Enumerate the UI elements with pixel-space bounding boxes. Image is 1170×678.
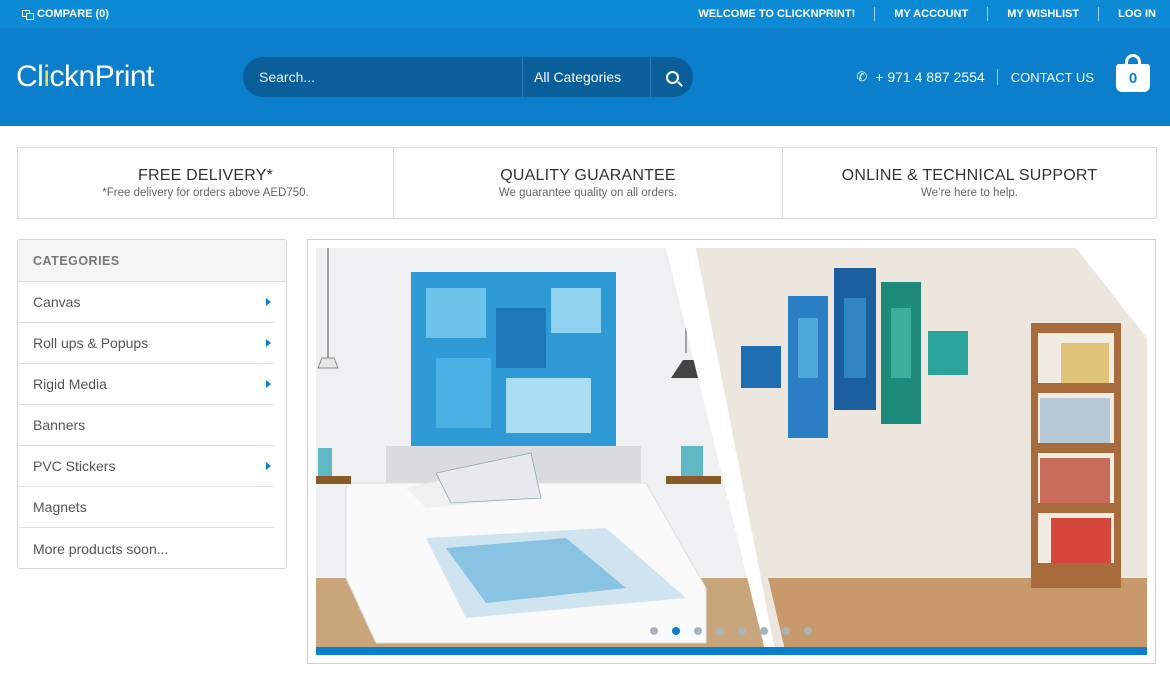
features-strip: FREE DELIVERY* *Free delivery for orders… bbox=[17, 147, 1157, 219]
search-button[interactable] bbox=[651, 57, 693, 97]
log-in-link[interactable]: LOG IN bbox=[1098, 7, 1156, 21]
phone-number: + 971 4 887 2554 bbox=[875, 69, 985, 85]
logo-text-part1: Cl bbox=[16, 60, 44, 93]
my-account-link[interactable]: MY ACCOUNT bbox=[874, 7, 987, 21]
category-label: Banners bbox=[33, 417, 86, 433]
category-item-roll-ups[interactable]: Roll ups & Popups bbox=[18, 323, 275, 364]
site-logo[interactable]: Cl i cknPrint bbox=[16, 60, 243, 94]
contact-us-link[interactable]: CONTACT US bbox=[1011, 70, 1094, 85]
slider-dot[interactable] bbox=[694, 627, 702, 635]
slider-dot[interactable] bbox=[804, 627, 812, 635]
site-header: ClicknPrint All Categories ✆ + 971 4 887… bbox=[0, 28, 1170, 126]
feature-free-delivery: FREE DELIVERY* *Free delivery for orders… bbox=[18, 148, 393, 218]
category-item-magnets[interactable]: Magnets bbox=[18, 487, 275, 528]
feature-quality-guarantee: QUALITY GUARANTEE We guarantee quality o… bbox=[393, 148, 782, 218]
compare-icon bbox=[22, 9, 34, 20]
slider-progress-bar bbox=[316, 647, 1147, 655]
category-label: More products soon... bbox=[33, 540, 169, 557]
category-item-canvas[interactable]: Canvas bbox=[18, 282, 275, 323]
slider-dot[interactable] bbox=[782, 627, 790, 635]
welcome-link[interactable]: WELCOME TO CLICKNPRINT! bbox=[679, 7, 874, 21]
slider-dots bbox=[650, 627, 812, 635]
categories-list: Canvas Roll ups & Popups Rigid Media Ban… bbox=[18, 282, 286, 569]
cart-button[interactable]: 0 bbox=[1116, 54, 1150, 92]
categories-heading: CATEGORIES bbox=[18, 240, 286, 282]
feature-title: FREE DELIVERY* bbox=[138, 167, 273, 184]
cart-count: 0 bbox=[1128, 69, 1138, 87]
compare-link[interactable]: COMPARE (0) bbox=[22, 8, 109, 20]
category-item-pvc-stickers[interactable]: PVC Stickers bbox=[18, 446, 275, 487]
category-select[interactable]: All Categories bbox=[522, 57, 651, 97]
cart-icon: 0 bbox=[1116, 64, 1150, 92]
category-item-banners[interactable]: Banners bbox=[18, 405, 275, 446]
search-icon bbox=[665, 70, 679, 84]
account-links: WELCOME TO CLICKNPRINT! MY ACCOUNT MY WI… bbox=[679, 7, 1156, 21]
top-bar: COMPARE (0) WELCOME TO CLICKNPRINT! MY A… bbox=[0, 0, 1170, 28]
category-item-more[interactable]: More products soon... bbox=[18, 528, 275, 569]
feature-title: QUALITY GUARANTEE bbox=[500, 167, 676, 184]
category-label: Canvas bbox=[33, 294, 81, 310]
slider-dot-active[interactable] bbox=[672, 627, 680, 635]
category-label: Magnets bbox=[33, 499, 87, 515]
feature-subtitle: We’re here to help. bbox=[921, 187, 1018, 199]
my-wishlist-link[interactable]: MY WISHLIST bbox=[987, 7, 1098, 21]
category-label: Rigid Media bbox=[33, 376, 107, 392]
feature-subtitle: *Free delivery for orders above AED750. bbox=[102, 187, 309, 199]
slider-dot[interactable] bbox=[738, 627, 746, 635]
chevron-right-icon bbox=[266, 380, 271, 388]
feature-subtitle: We guarantee quality on all orders. bbox=[498, 187, 678, 199]
slider-dot[interactable] bbox=[650, 627, 658, 635]
chevron-right-icon bbox=[266, 298, 271, 306]
search-input[interactable] bbox=[243, 57, 522, 97]
category-label: PVC Stickers bbox=[33, 458, 116, 474]
hero-banner-image bbox=[316, 248, 1147, 654]
phone-icon: ✆ bbox=[856, 69, 868, 84]
slider-dot[interactable] bbox=[716, 627, 724, 635]
slider-dot[interactable] bbox=[760, 627, 768, 635]
header-contact: ✆ + 971 4 887 2554 CONTACT US bbox=[856, 69, 1094, 85]
feature-title: ONLINE & TECHNICAL SUPPORT bbox=[841, 167, 1098, 184]
feature-support: ONLINE & TECHNICAL SUPPORT We’re here to… bbox=[782, 148, 1156, 218]
compare-label: COMPARE (0) bbox=[37, 8, 109, 20]
logo-text-part2: cknPrint bbox=[49, 60, 155, 93]
chevron-right-icon bbox=[266, 462, 271, 470]
divider bbox=[996, 69, 998, 85]
chevron-right-icon bbox=[266, 339, 271, 347]
hero-slider[interactable] bbox=[307, 239, 1156, 664]
search-bar: All Categories bbox=[243, 57, 693, 97]
category-item-rigid-media[interactable]: Rigid Media bbox=[18, 364, 275, 405]
category-label: Roll ups & Popups bbox=[33, 335, 149, 351]
categories-panel: CATEGORIES Canvas Roll ups & Popups Rigi… bbox=[17, 239, 287, 569]
